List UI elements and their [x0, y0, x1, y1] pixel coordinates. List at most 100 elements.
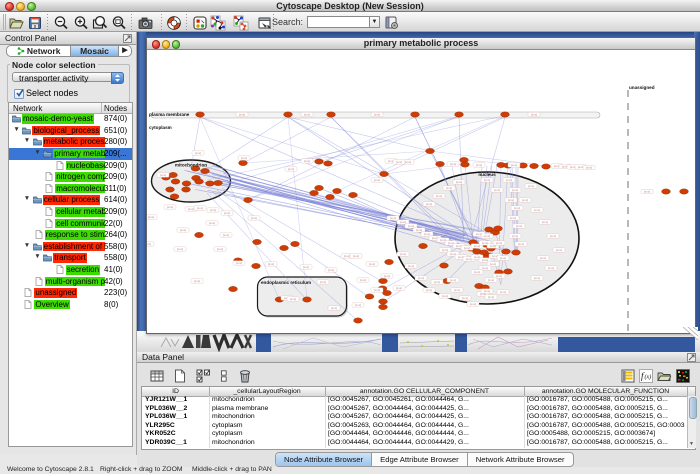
svg-text:(x-x): (x-x) — [518, 242, 524, 246]
svg-text:(x-x): (x-x) — [488, 295, 494, 299]
svg-text:(x-x): (x-x) — [303, 265, 309, 269]
svg-text:(x-x): (x-x) — [442, 294, 448, 298]
svg-text:(x-x): (x-x) — [239, 112, 245, 116]
svg-text:(x-x): (x-x) — [508, 198, 514, 202]
svg-text:(x-x): (x-x) — [290, 297, 296, 301]
svg-text:(x-x): (x-x) — [188, 207, 194, 211]
svg-text:(x-x): (x-x) — [534, 208, 540, 212]
svg-text:(x-x): (x-x) — [454, 288, 460, 292]
svg-text:(x-x): (x-x) — [550, 234, 556, 238]
svg-text:(x-x): (x-x) — [304, 112, 310, 116]
svg-text:(x-x): (x-x) — [268, 262, 274, 266]
svg-text:(x-x): (x-x) — [160, 173, 166, 177]
svg-text:(x-x): (x-x) — [450, 278, 456, 282]
svg-text:(x-x): (x-x) — [304, 159, 310, 163]
svg-text:(x-x): (x-x) — [522, 198, 528, 202]
svg-text:(x-x): (x-x) — [424, 232, 430, 236]
svg-text:(x-x): (x-x) — [396, 286, 402, 290]
svg-text:(x-x): (x-x) — [500, 256, 506, 260]
svg-text:(x-x): (x-x) — [456, 180, 462, 184]
svg-text:plasma membrane: plasma membrane — [149, 112, 190, 117]
svg-text:(x-x): (x-x) — [512, 234, 518, 238]
svg-text:unassigned: unassigned — [629, 85, 655, 90]
svg-text:(x-x): (x-x) — [328, 268, 334, 272]
svg-text:(x-x): (x-x) — [408, 224, 414, 228]
svg-text:(x-x): (x-x) — [540, 256, 546, 260]
svg-text:(x-x): (x-x) — [426, 202, 432, 206]
svg-text:(x-x): (x-x) — [224, 211, 230, 215]
svg-text:(x-x): (x-x) — [390, 216, 396, 220]
svg-text:(x-x): (x-x) — [490, 262, 496, 266]
svg-text:(x-x): (x-x) — [442, 248, 448, 252]
svg-text:(x-x): (x-x) — [360, 278, 366, 282]
svg-text:(x-x): (x-x) — [496, 274, 502, 278]
svg-text:(x-x): (x-x) — [320, 280, 326, 284]
svg-text:(x-x): (x-x) — [494, 188, 500, 192]
svg-text:(x-x): (x-x) — [462, 296, 468, 300]
svg-text:(x-x): (x-x) — [586, 165, 592, 169]
svg-text:(x): (x) — [645, 374, 652, 381]
svg-text:(x-x): (x-x) — [450, 162, 456, 166]
svg-text:(x-x): (x-x) — [288, 167, 294, 171]
svg-text:(x-x): (x-x) — [416, 228, 422, 232]
svg-text:(x-x): (x-x) — [195, 151, 201, 155]
svg-text:(x-x): (x-x) — [374, 178, 380, 182]
svg-text:(x-x): (x-x) — [542, 220, 548, 224]
svg-text:(x-x): (x-x) — [516, 224, 522, 228]
svg-text:(x-x): (x-x) — [400, 252, 406, 256]
svg-text:(x-x): (x-x) — [396, 160, 402, 164]
svg-text:(x-x): (x-x) — [405, 160, 411, 164]
svg-text:(x-x): (x-x) — [484, 289, 490, 293]
svg-text:(x-x): (x-x) — [488, 278, 494, 282]
svg-text:(x-x): (x-x) — [374, 288, 380, 292]
svg-text:(x-x): (x-x) — [534, 276, 540, 280]
svg-text:(x-x): (x-x) — [434, 280, 440, 284]
svg-text:(x-x): (x-x) — [531, 112, 537, 116]
svg-text:(x-x): (x-x) — [474, 270, 480, 274]
svg-text:(x-x): (x-x) — [353, 254, 359, 258]
svg-text:(x-x): (x-x) — [510, 216, 516, 220]
svg-text:(x-x): (x-x) — [464, 246, 470, 250]
svg-text:(x-x): (x-x) — [400, 220, 406, 224]
svg-text:(x-x): (x-x) — [251, 216, 257, 220]
svg-text:(x-x): (x-x) — [167, 205, 173, 209]
svg-text:(x-x): (x-x) — [496, 241, 502, 245]
svg-text:(x-x): (x-x) — [374, 112, 380, 116]
svg-text:(x-x): (x-x) — [482, 266, 488, 270]
svg-text:(x-x): (x-x) — [148, 215, 154, 219]
svg-text:(x-x): (x-x) — [512, 188, 518, 192]
svg-text:(x-x): (x-x) — [500, 290, 506, 294]
svg-text:(x-x): (x-x) — [511, 163, 517, 167]
svg-text:(x-x): (x-x) — [210, 208, 216, 212]
svg-text:(x-x): (x-x) — [194, 279, 200, 283]
svg-text:(x-x): (x-x) — [408, 264, 414, 268]
svg-text:(x-x): (x-x) — [197, 206, 203, 210]
svg-text:(x-x): (x-x) — [470, 302, 476, 306]
svg-text:(x-x): (x-x) — [644, 189, 650, 193]
svg-text:(x-x): (x-x) — [331, 306, 337, 310]
svg-text:(x-x): (x-x) — [236, 261, 242, 265]
svg-text:(x-x): (x-x) — [418, 276, 424, 280]
svg-text:(x-x): (x-x) — [355, 303, 361, 307]
svg-text:(x-x): (x-x) — [556, 248, 562, 252]
svg-text:nucleus: nucleus — [478, 172, 496, 177]
svg-text:(x-x): (x-x) — [384, 274, 390, 278]
svg-text:(x-x): (x-x) — [180, 228, 186, 232]
svg-text:(x-x): (x-x) — [209, 221, 215, 225]
svg-text:(x-x): (x-x) — [369, 262, 375, 266]
svg-text:(x-x): (x-x) — [514, 206, 520, 210]
svg-text:(x-x): (x-x) — [426, 288, 432, 292]
svg-text:(x-x): (x-x) — [344, 254, 350, 258]
svg-text:(x-x): (x-x) — [177, 247, 183, 251]
svg-text:cytoplasm: cytoplasm — [149, 125, 172, 130]
svg-text:(x-x): (x-x) — [484, 178, 490, 182]
svg-text:(x-x): (x-x) — [528, 184, 534, 188]
svg-text:(x-x): (x-x) — [506, 178, 512, 182]
svg-text:(x-x): (x-x) — [482, 258, 488, 262]
svg-text:(x-x): (x-x) — [147, 242, 151, 246]
svg-text:(x-x): (x-x) — [548, 266, 554, 270]
svg-text:(x-x): (x-x) — [476, 163, 482, 167]
svg-text:endoplasmic reticulum: endoplasmic reticulum — [261, 280, 311, 285]
svg-text:(x-x): (x-x) — [217, 247, 223, 251]
svg-text:mitochondrion: mitochondrion — [175, 162, 207, 167]
